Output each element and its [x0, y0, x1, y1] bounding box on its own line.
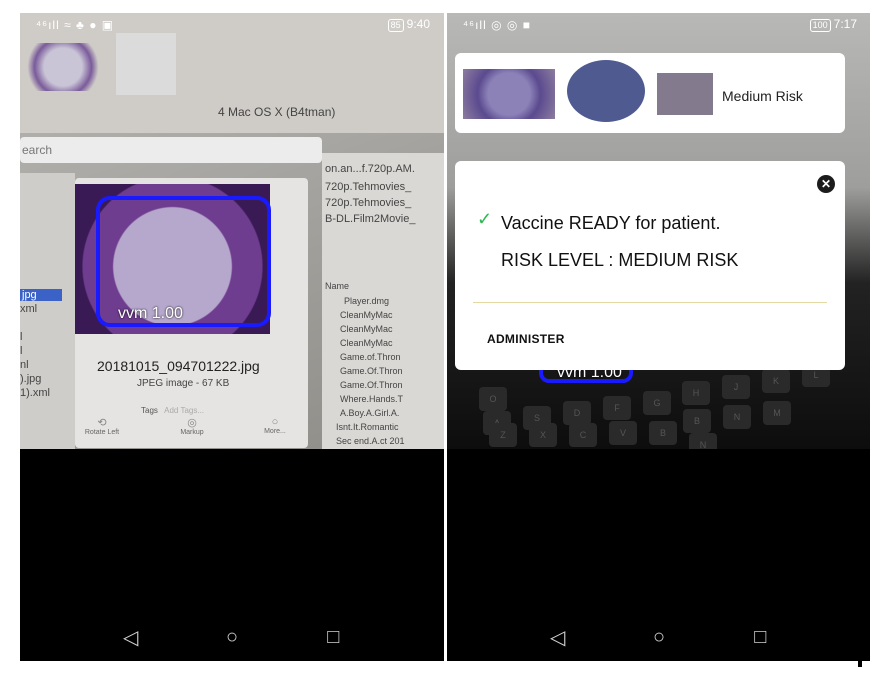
file-row: Isnt.It.Romantic [336, 422, 399, 432]
file-row: Where.Hands.T [340, 394, 404, 404]
tool-label: Rotate Left [84, 429, 120, 436]
file-row: Game.Of.Thron [340, 366, 403, 376]
keyboard-key: H [682, 381, 710, 405]
os-title: 4 Mac OS X (B4tman) [218, 105, 336, 119]
status-right: 100 7:17 [809, 17, 857, 32]
keyboard-key: X [529, 423, 557, 447]
column-header: Name [325, 281, 350, 291]
home-button[interactable]: ○ [212, 626, 252, 649]
sidebar-item: l [20, 331, 23, 343]
administer-button[interactable]: ADMINISTER [487, 332, 565, 346]
thumbnail-preview [22, 43, 104, 91]
keyboard-key: G [643, 391, 671, 415]
keyboard-key: J [722, 375, 750, 399]
recents-button[interactable]: □ [740, 626, 780, 649]
sidebar-item: ).jpg [20, 373, 42, 385]
file-row: Game.Of.Thron [340, 380, 403, 390]
keyboard-key: O [479, 387, 507, 411]
file-list-panel: on.an...f.720p.AM. 720p.Tehmovies_ 720p.… [322, 153, 444, 449]
tool-label: More... [264, 428, 286, 435]
tool-label: Markup [180, 429, 204, 436]
keyboard-key: V [609, 421, 637, 445]
keyboard-key: N [689, 433, 717, 449]
recents-button[interactable]: □ [313, 626, 353, 649]
vial-square-color [657, 73, 713, 115]
result-dialog: ✕ ✓ Vaccine READY for patient. RISK LEVE… [455, 161, 845, 370]
more-icon: ○ [271, 416, 279, 428]
phone-screen-left: 4 Mac OS X (B4tman) earch on.an...f.720p… [20, 13, 444, 661]
keyboard-key: Z [489, 423, 517, 447]
status-bar: ⁴⁶ıll ◎ ◎ ■ 100 7:17 [447, 13, 870, 37]
status-bar: ⁴⁶ıll ≈ ♣ ● ▣ 85 9:40 [20, 13, 444, 37]
rotate-icon: ⟲ [97, 417, 107, 429]
sidebar-item-selected: jpg [20, 289, 62, 301]
divider [473, 302, 827, 303]
tool-rotate-left: ⟲ Rotate Left [77, 416, 127, 436]
tags-label: Tags [141, 406, 158, 415]
file-row: Sec end.A.ct 201 [336, 436, 405, 446]
tool-markup: ◎ Markup [167, 416, 217, 436]
clock: 9:40 [406, 17, 430, 31]
keyboard-key: K [762, 369, 790, 393]
close-icon[interactable]: ✕ [817, 175, 835, 193]
sidebar-item: 1).xml [20, 387, 50, 399]
file-row: Player.dmg [344, 296, 390, 306]
status-icons: ⁴⁶ıll ≈ ♣ ● ▣ [36, 18, 115, 32]
filename-row: on.an...f.720p.AM. [325, 163, 415, 175]
file-row: CleanMyMac [340, 338, 393, 348]
file-row: A.Boy.A.Girl.A. [340, 408, 400, 418]
add-tags-link: Add Tags... [164, 406, 205, 415]
battery-icon: 85 [387, 19, 404, 32]
camera-preview-left: 4 Mac OS X (B4tman) earch on.an...f.720p… [20, 13, 444, 449]
keyboard-key: M [763, 401, 791, 425]
tool-more: ○ More... [250, 416, 300, 435]
filename-row: 720p.Tehmovies_ [325, 197, 412, 209]
keyboard-key: B [649, 421, 677, 445]
keyboard-key: D [563, 401, 591, 425]
navigation-bar: ◁ ○ □ [20, 613, 444, 661]
battery-icon: 100 [809, 19, 831, 32]
vial-circle-color [567, 60, 645, 122]
edge-divider [858, 627, 862, 667]
keyboard-key: C [569, 423, 597, 447]
result-thumbnail-card: Medium Risk [455, 53, 845, 133]
file-name: 20181015_094701222.jpg [97, 358, 260, 374]
risk-level-text: RISK LEVEL : MEDIUM RISK [501, 250, 739, 270]
risk-label: Medium Risk [722, 88, 803, 104]
detection-label: vvm 1.00 [118, 305, 183, 322]
blurred-region [116, 33, 176, 95]
back-button[interactable]: ◁ [538, 625, 578, 650]
status-icons: ⁴⁶ıll ◎ ◎ ■ [463, 18, 531, 32]
dialog-message: Vaccine READY for patient. [501, 213, 721, 233]
status-right: 85 9:40 [387, 17, 430, 32]
sidebar-panel: jpg xml l l nl ).jpg 1).xml [20, 173, 75, 449]
navigation-bar: ◁ ○ □ [447, 613, 870, 661]
tags-row: Tags Add Tags... [141, 406, 204, 415]
keyboard-key: B [683, 409, 711, 433]
file-row: CleanMyMac [340, 324, 393, 334]
phone-screen-right: O H J K L A S D F G B N M Z X C V B N vv… [447, 13, 870, 661]
search-placeholder: earch [22, 143, 53, 157]
captured-vial-photo [463, 69, 555, 119]
file-type: JPEG image - 67 KB [137, 378, 230, 389]
file-row: CleanMyMac [340, 310, 393, 320]
keyboard-key: F [603, 396, 631, 420]
sidebar-item: nl [20, 359, 29, 371]
markup-icon: ◎ [187, 417, 197, 429]
filename-row: B-DL.Film2Movie_ [325, 213, 416, 225]
sidebar-item: xml [20, 303, 38, 315]
search-input: earch [20, 137, 322, 163]
check-icon: ✓ [477, 209, 493, 229]
file-row: Game.of.Thron [340, 352, 401, 362]
clock: 7:17 [833, 17, 857, 31]
sidebar-item: l [20, 345, 23, 357]
filename-row: 720p.Tehmovies_ [325, 181, 412, 193]
home-button[interactable]: ○ [639, 626, 679, 649]
back-button[interactable]: ◁ [111, 625, 151, 650]
keyboard-key: N [723, 405, 751, 429]
